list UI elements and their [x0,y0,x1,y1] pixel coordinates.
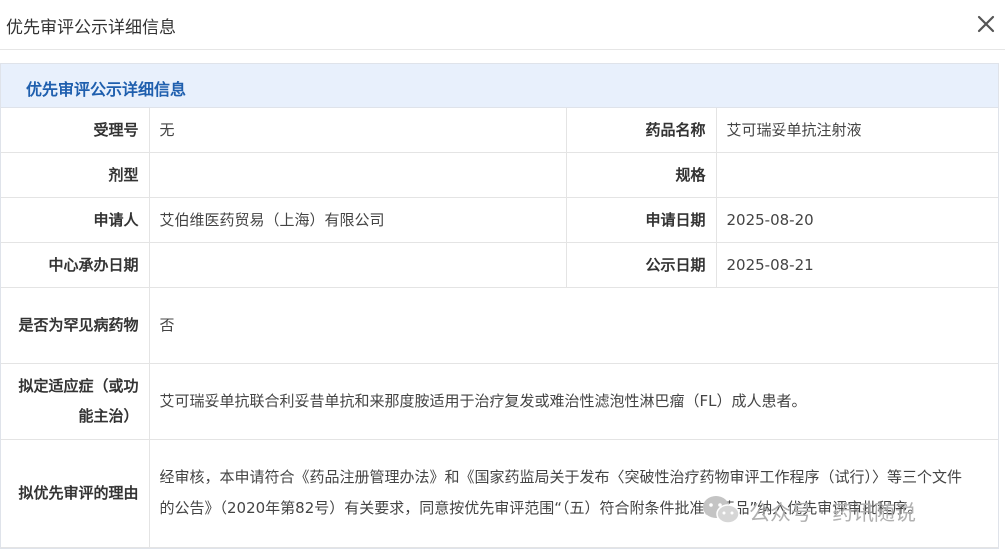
wechat-icon [701,494,741,531]
center-date-value [149,242,567,288]
drug-name-value: 艾可瑞妥单抗注射液 [716,108,998,153]
dosage-form-label: 剂型 [1,152,150,198]
application-date-value: 2025-08-20 [716,197,998,243]
applicant-value: 艾伯维医药贸易（上海）有限公司 [149,197,567,243]
close-icon[interactable] [975,13,997,35]
panel-header: 优先审评公示详细信息 [1,64,998,108]
center-date-label: 中心承办日期 [1,242,150,288]
table-row: 申请人 艾伯维医药贸易（上海）有限公司 申请日期 2025-08-20 [1,197,998,243]
watermark-text: 公众号 · 药讯随说 [749,501,917,525]
table-row: 拟优先审评的理由 经审核，本申请符合《药品注册管理办法》和《国家药监局关于发布〈… [1,439,998,548]
table-row: 受理号 无 药品名称 艾可瑞妥单抗注射液 [1,108,998,153]
indication-label: 拟定适应症（或功能主治） [1,363,150,440]
table-row: 是否为罕见病药物 否 [1,287,998,364]
detail-table: 受理号 无 药品名称 艾可瑞妥单抗注射液 剂型 规格 申请人 艾伯维医药贸易（上… [1,108,998,548]
acceptance-no-label: 受理号 [1,108,150,153]
table-row: 中心承办日期 公示日期 2025-08-21 [1,242,998,288]
reason-label: 拟优先审评的理由 [1,439,150,548]
specification-value [716,152,998,198]
panel-title: 优先审评公示详细信息 [26,80,187,99]
specification-label: 规格 [566,152,717,198]
reason-value: 经审核，本申请符合《药品注册管理办法》和《国家药监局关于发布〈突破性治疗药物审评… [149,439,998,548]
table-row: 剂型 规格 [1,152,998,198]
drug-name-label: 药品名称 [566,108,717,153]
table-row: 拟定适应症（或功能主治） 艾可瑞妥单抗联合利妥昔单抗和来那度胺适用于治疗复发或难… [1,363,998,440]
detail-panel: 优先审评公示详细信息 受理号 无 药品名称 艾可瑞妥单抗注射液 剂型 规格 申请… [0,63,999,549]
indication-value: 艾可瑞妥单抗联合利妥昔单抗和来那度胺适用于治疗复发或难治性滤泡性淋巴瘤（FL）成… [149,363,998,440]
rare-disease-value: 否 [149,287,998,364]
dialog-header: 优先审评公示详细信息 [0,0,1005,50]
rare-disease-label: 是否为罕见病药物 [1,287,150,364]
dialog-title: 优先审评公示详细信息 [6,18,176,38]
application-date-label: 申请日期 [566,197,717,243]
publicity-date-label: 公示日期 [566,242,717,288]
publicity-date-value: 2025-08-21 [716,242,998,288]
watermark: 公众号 · 药讯随说 [701,494,916,530]
dosage-form-value [149,152,567,198]
applicant-label: 申请人 [1,197,150,243]
acceptance-no-value: 无 [149,108,567,153]
